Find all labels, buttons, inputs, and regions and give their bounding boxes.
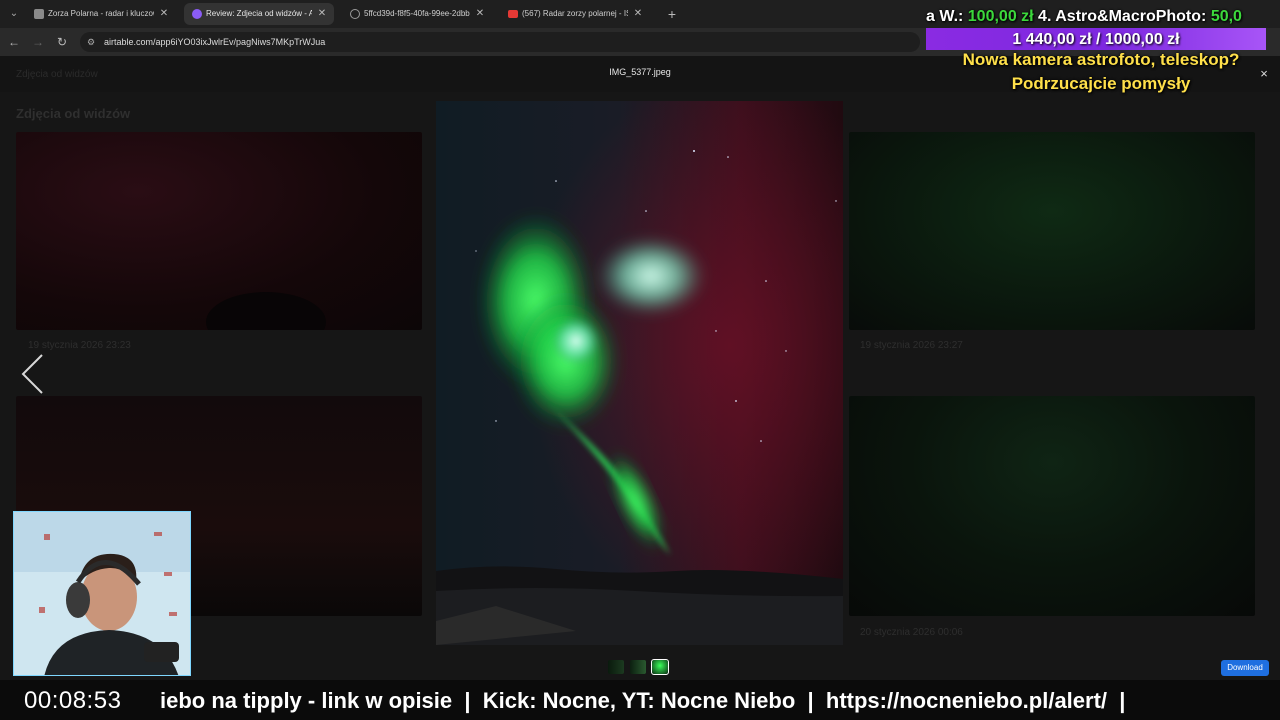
- back-icon[interactable]: ←: [6, 34, 22, 50]
- goal-subtitle: Podrzucajcie pomysły: [1011, 74, 1191, 93]
- thumbnail-date: 19 stycznia 2026 23:23: [28, 340, 131, 351]
- aurora-photo: [436, 101, 843, 645]
- url-text: airtable.com/app6iYO03ixJwlrEv/pagNiws7M…: [104, 37, 326, 47]
- donation-ticker: a W.: 100,00 zł 4. Astro&MacroPhoto: 50,…: [926, 8, 1242, 26]
- stream-bottom-bar: 00:08:53 iebo na tipply - link w opisie …: [0, 680, 1280, 720]
- donation-goal-overlay: a W.: 100,00 zł 4. Astro&MacroPhoto: 50,…: [924, 4, 1280, 93]
- tab-review-zdjecia[interactable]: Review: Zdjecia od widzów - Air ✕: [184, 3, 334, 25]
- tab-uuid[interactable]: 5ffcd39d-f8f5-40fa-99ee-2dbb ✕: [342, 3, 492, 25]
- donor-label: 4. Astro&MacroPhoto:: [1033, 8, 1211, 25]
- new-tab-icon[interactable]: +: [664, 4, 680, 24]
- tab-favicon-icon: [350, 9, 360, 19]
- tab-favicon-icon: [34, 9, 44, 19]
- site-settings-icon[interactable]: ⚙: [87, 37, 97, 47]
- tab-favicon-icon: [508, 10, 518, 18]
- tab-close-icon[interactable]: ✕: [632, 3, 644, 25]
- forward-icon[interactable]: →: [30, 34, 46, 50]
- ticker-text: iebo na tipply - link w opisie | Kick: N…: [160, 688, 1126, 713]
- filmstrip-thumbnail[interactable]: [630, 660, 646, 674]
- tab-label: (567) Radar zorzy polarnej - ISS: [522, 9, 628, 18]
- tab-close-icon[interactable]: ✕: [474, 3, 486, 25]
- stream-timer: 00:08:53: [24, 687, 122, 714]
- donation-amount: 100,00 zł: [967, 8, 1034, 25]
- gallery-thumbnail[interactable]: [849, 132, 1255, 330]
- tab-close-icon[interactable]: ✕: [158, 3, 170, 25]
- page-content: Zdjęcia od widzów IMG_5377.jpeg × Zdjęci…: [0, 56, 1280, 720]
- main-image: [436, 101, 843, 645]
- gallery-thumbnail[interactable]: [849, 396, 1255, 616]
- goal-progress-text: 1 440,00 zł / 1000,00 zł: [1012, 31, 1180, 48]
- thumbnail-date: 19 stycznia 2026 23:27: [860, 340, 963, 351]
- donation-amount: 50,0: [1210, 8, 1242, 25]
- tab-label: Zorza Polarna - radar i kluczowe: [48, 9, 154, 18]
- tab-label: Review: Zdjecia od widzów - Air: [206, 9, 312, 18]
- download-button[interactable]: Download: [1221, 660, 1269, 676]
- tab-favicon-icon: [192, 9, 202, 19]
- goal-title: Nowa kamera astrofoto, teleskop?: [962, 50, 1240, 69]
- thumbnail-date: 20 stycznia 2026 00:06: [860, 627, 963, 638]
- page-title: Zdjęcia od widzów: [16, 106, 131, 121]
- gallery-thumbnail[interactable]: [16, 132, 422, 330]
- filmstrip-thumbnail[interactable]: [608, 660, 624, 674]
- tab-close-icon[interactable]: ✕: [316, 3, 328, 25]
- tree-silhouette: [206, 292, 326, 330]
- webcam-feed: [13, 511, 191, 676]
- tab-label: 5ffcd39d-f8f5-40fa-99ee-2dbb: [364, 9, 470, 18]
- previous-image-icon[interactable]: [18, 352, 48, 396]
- streamer-video: [14, 512, 190, 675]
- tab-radar-zorzy[interactable]: (567) Radar zorzy polarnej - ISS ✕: [500, 3, 650, 25]
- url-field[interactable]: ⚙ airtable.com/app6iYO03ixJwlrEv/pagNiws…: [80, 32, 920, 52]
- reload-icon[interactable]: ↻: [54, 34, 70, 50]
- tab-search-icon[interactable]: ⌄: [6, 6, 22, 22]
- tab-zorza-polarna[interactable]: Zorza Polarna - radar i kluczowe ✕: [26, 3, 176, 25]
- donor-label: a W.:: [926, 8, 968, 25]
- ticker-container: iebo na tipply - link w opisie | Kick: N…: [160, 680, 1280, 720]
- filmstrip-thumbnail-selected[interactable]: [651, 659, 669, 675]
